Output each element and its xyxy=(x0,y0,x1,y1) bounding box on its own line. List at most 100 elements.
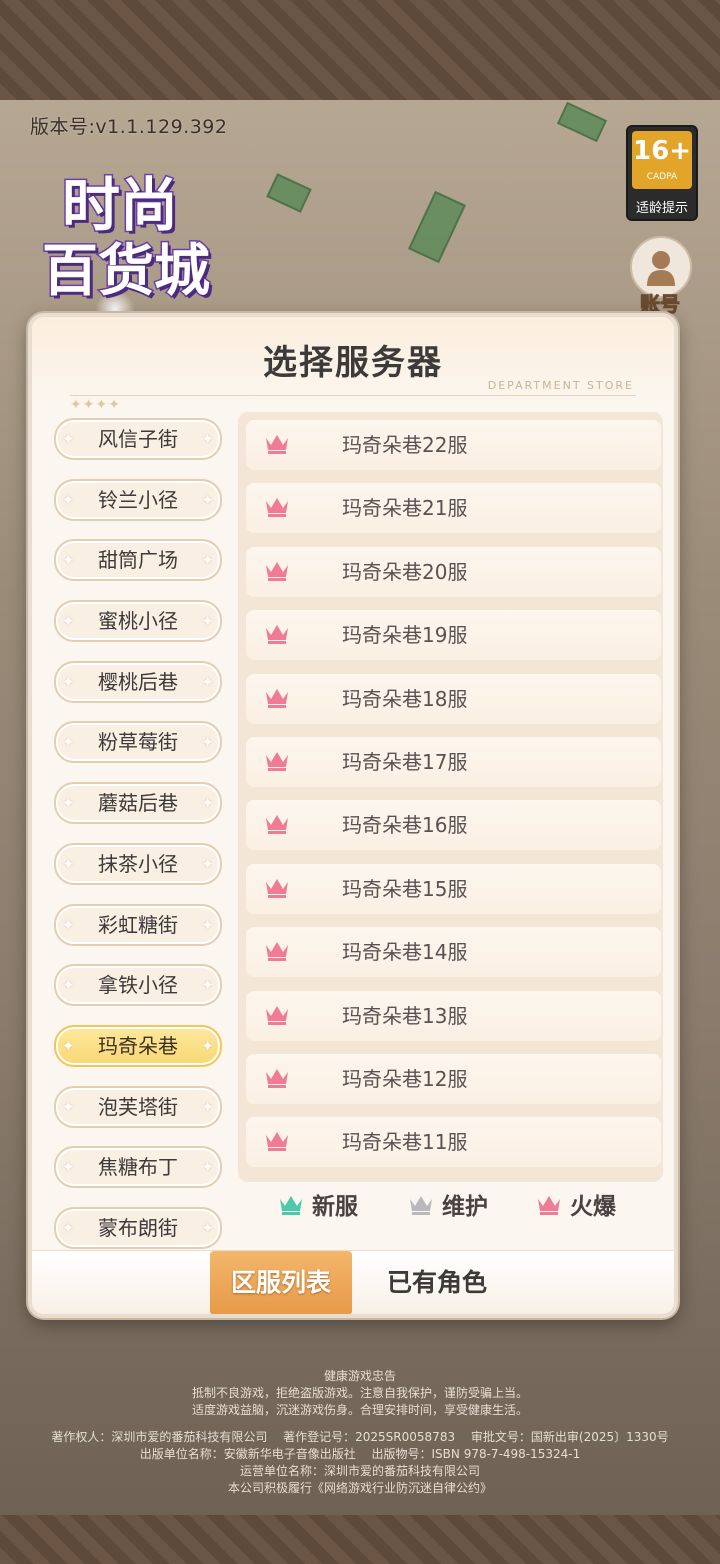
district-item[interactable]: ✦ 拿铁小径 ✦ xyxy=(54,964,222,1007)
footer-notice: 健康游戏忠告 抵制不良游戏，拒绝盗版游戏。注意自我保护，谨防受骗上当。 适度游戏… xyxy=(0,1368,720,1497)
district-item[interactable]: ✦ 彩虹糖街 ✦ xyxy=(54,903,222,946)
age-tip-label: 适龄提示 xyxy=(635,201,688,216)
server-item[interactable]: 玛奇朵巷18服 xyxy=(246,673,661,724)
server-item[interactable]: 玛奇朵巷22服 xyxy=(246,420,661,470)
server-item[interactable]: 玛奇朵巷17服 xyxy=(246,737,661,787)
sparkle-icon: ✦ xyxy=(62,672,75,691)
sparkle-icon: ✦ xyxy=(201,551,214,570)
district-item[interactable]: ✦ 抹茶小径 ✦ xyxy=(54,842,222,885)
sparkle-icon: ✦ xyxy=(62,854,75,873)
district-item[interactable]: ✦ 铃兰小径 ✦ xyxy=(54,478,222,521)
tab-my-characters[interactable]: 已有角色 xyxy=(372,1251,502,1314)
sparkle-icon: ✦ xyxy=(201,976,214,995)
crown-icon xyxy=(266,815,288,835)
bottom-banner xyxy=(0,1515,720,1564)
crown-icon xyxy=(410,1196,432,1215)
district-list[interactable]: ✦ 风信子街 ✦ ✦ 铃兰小径 ✦ ✦ 甜筒广场 ✦ ✦ 蜜桃小径 ✦ ✦ 樱桃后巷 ✦ ✦ 粉草莓街 ✦ ✦ 蘑菇后… xyxy=(54,418,224,1314)
district-label: 蘑菇后巷 xyxy=(98,791,178,816)
crown-icon xyxy=(266,1005,288,1025)
sparkle-icon: ✦ xyxy=(62,976,75,995)
district-item[interactable]: ✦ 甜筒广场 ✦ xyxy=(54,539,222,582)
server-item[interactable]: 玛奇朵巷13服 xyxy=(246,990,661,1041)
legend-maintenance-label: 维护 xyxy=(442,1194,488,1220)
money-decoration xyxy=(556,101,608,143)
status-legend: 新服 维护 火爆 xyxy=(32,1187,674,1227)
legend-new: 新服 xyxy=(278,1187,358,1221)
crown-icon xyxy=(266,942,288,962)
sparkle-icon: ✦ xyxy=(201,1097,214,1116)
server-name: 玛奇朵巷14服 xyxy=(342,940,468,965)
legend-hot: 火爆 xyxy=(536,1187,616,1221)
district-item[interactable]: ✦ 蜜桃小径 ✦ xyxy=(54,600,222,643)
server-name: 玛奇朵巷15服 xyxy=(342,876,468,901)
account-button[interactable]: 账号 xyxy=(630,236,692,317)
district-label: 抹茶小径 xyxy=(98,851,178,876)
sparkle-icon: ✦ xyxy=(201,1158,214,1177)
sparkle-icon: ✦ xyxy=(62,733,75,752)
tab-server-list[interactable]: 区服列表 xyxy=(210,1251,352,1314)
server-item[interactable]: 玛奇朵巷12服 xyxy=(246,1054,661,1104)
version-label: 版本号:v1.1.129.392 xyxy=(30,116,228,138)
sparkle-icon: ✦ xyxy=(62,1158,75,1177)
server-name: 玛奇朵巷16服 xyxy=(342,813,468,838)
crown-icon xyxy=(266,752,288,771)
server-name: 玛奇朵巷22服 xyxy=(342,433,468,457)
header-divider xyxy=(70,395,636,396)
dialog-title: 选择服务器 xyxy=(263,343,443,383)
server-name: 玛奇朵巷17服 xyxy=(342,750,468,774)
district-item[interactable]: ✦ 风信子街 ✦ xyxy=(54,418,222,460)
money-decoration xyxy=(266,173,312,213)
health-advice-line-2: 适度游戏益脑，沉迷游戏伤身。合理安排时间，享受健康生活。 xyxy=(191,1403,528,1417)
district-label: 蜜桃小径 xyxy=(98,609,178,634)
server-item[interactable]: 玛奇朵巷11服 xyxy=(246,1117,661,1168)
sparkle-icon: ✦ xyxy=(62,430,75,448)
crown-icon xyxy=(280,1196,302,1215)
district-item[interactable]: ✦ 粉草莓街 ✦ xyxy=(54,721,222,764)
dialog-header: 选择服务器 DEPARTMENT STORE ✦✦✦✦ xyxy=(32,317,674,413)
age-rating-badge[interactable]: 16+ CADPA 适龄提示 xyxy=(626,125,698,221)
crown-icon xyxy=(266,561,288,581)
district-item[interactable]: ✦ 樱桃后巷 ✦ xyxy=(54,660,222,703)
logo-line-2: 百货城 xyxy=(41,237,212,306)
server-list[interactable]: 玛奇朵巷22服 玛奇朵巷21服 玛奇朵巷20服 玛奇朵巷19服 玛奇朵巷18服 玛奇朵巷1… xyxy=(238,412,663,1182)
top-banner xyxy=(0,0,720,100)
crown-icon xyxy=(266,1069,288,1088)
sparkle-icon: ✦ xyxy=(62,1036,75,1055)
server-item[interactable]: 玛奇朵巷16服 xyxy=(246,800,661,851)
district-label: 拿铁小径 xyxy=(98,973,178,998)
district-label: 泡芙塔街 xyxy=(98,1094,178,1119)
server-name: 玛奇朵巷19服 xyxy=(342,623,468,648)
server-name: 玛奇朵巷18服 xyxy=(342,686,468,711)
district-item[interactable]: ✦ 玛奇朵巷 ✦ xyxy=(54,1024,222,1067)
district-item[interactable]: ✦ 蘑菇后巷 ✦ xyxy=(54,782,222,825)
server-item[interactable]: 玛奇朵巷14服 xyxy=(246,927,661,978)
crown-icon xyxy=(266,688,288,708)
server-item[interactable]: 玛奇朵巷19服 xyxy=(246,610,661,661)
server-name: 玛奇朵巷13服 xyxy=(342,1003,468,1028)
legend-maintenance: 维护 xyxy=(408,1187,488,1221)
server-item[interactable]: 玛奇朵巷20服 xyxy=(246,546,661,597)
sparkle-icon: ✦ xyxy=(201,854,214,873)
district-label: 粉草莓街 xyxy=(98,730,178,755)
sparkle-icon: ✦ xyxy=(201,430,214,448)
rating-org: CADPA xyxy=(646,172,678,182)
pledge-line: 本公司积极履行《网络游戏行业防沉迷自律公约》 xyxy=(227,1481,492,1495)
operator-line: 运营单位名称：深圳市爱的番茄科技有限公司 xyxy=(239,1464,480,1478)
sparkle-icon: ✦ xyxy=(201,733,214,752)
sparkle-icon: ✦ xyxy=(62,612,75,631)
district-label: 铃兰小径 xyxy=(98,487,178,512)
game-logo: 时尚 百货城 xyxy=(22,158,257,306)
crown-icon xyxy=(266,878,288,898)
server-name: 玛奇朵巷21服 xyxy=(342,496,468,521)
sparkle-icon: ✦ xyxy=(201,490,214,509)
server-item[interactable]: 玛奇朵巷15服 xyxy=(246,863,661,914)
district-item[interactable]: ✦ 焦糖布丁 ✦ xyxy=(54,1146,222,1189)
sparkle-icon: ✦ xyxy=(201,1036,214,1055)
health-advice-heading: 健康游戏忠告 xyxy=(323,1369,396,1383)
district-item[interactable]: ✦ 泡芙塔街 ✦ xyxy=(54,1085,222,1128)
sparkle-icon: ✦ xyxy=(201,672,214,691)
server-item[interactable]: 玛奇朵巷21服 xyxy=(246,483,661,534)
sparkle-icon: ✦ xyxy=(62,1097,75,1116)
server-name: 玛奇朵巷11服 xyxy=(342,1130,468,1155)
server-select-dialog: 选择服务器 DEPARTMENT STORE ✦✦✦✦ ✦ 风信子街 ✦ ✦ 铃兰小径 ✦… xyxy=(28,313,678,1318)
